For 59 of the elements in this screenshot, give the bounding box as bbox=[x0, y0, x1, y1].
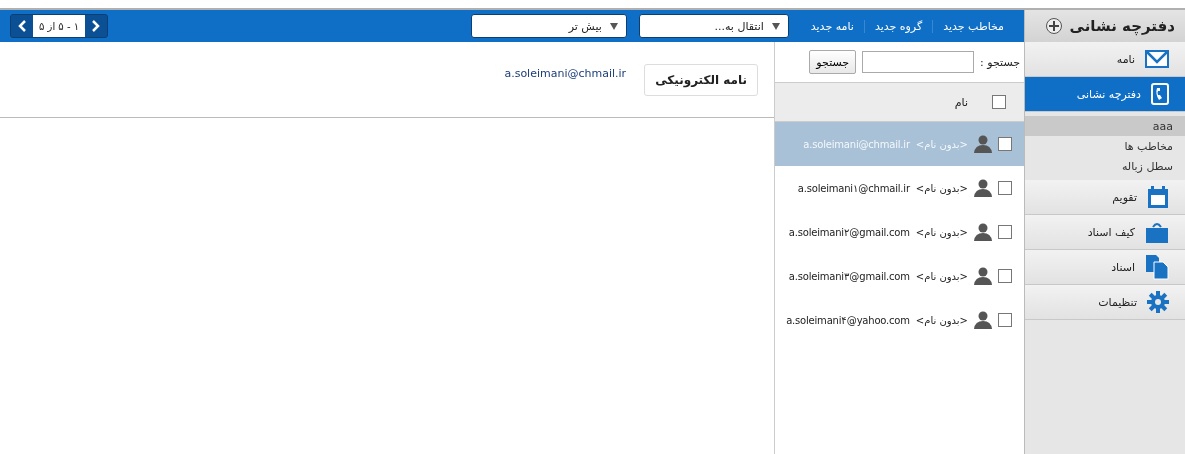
contact-name: <بدون نام> bbox=[915, 138, 968, 150]
contact-row[interactable]: <بدون نام> a.soleimani۱@chmail.ir bbox=[775, 166, 1024, 210]
add-button[interactable] bbox=[1045, 18, 1062, 34]
select-all-checkbox[interactable] bbox=[992, 95, 1006, 109]
sidebar-item[interactable]: تنظیمات bbox=[1025, 285, 1185, 320]
folder-item[interactable]: aaa bbox=[1025, 116, 1185, 136]
page-range: ۱ - ۵ از ۵ bbox=[33, 15, 86, 37]
search-button[interactable]: جستجو bbox=[809, 50, 857, 74]
person-icon bbox=[974, 311, 992, 329]
field-label: نامه الکترونیکی bbox=[644, 63, 758, 96]
folder-item[interactable]: سطل زباله bbox=[1025, 156, 1185, 176]
contact-row[interactable]: <بدون نام> a.soleimani۳@gmail.com bbox=[775, 254, 1024, 298]
row-checkbox[interactable] bbox=[998, 181, 1012, 195]
sidebar-item[interactable]: کیف اسناد bbox=[1025, 215, 1185, 250]
briefcase-icon bbox=[1145, 220, 1169, 244]
search-field[interactable] bbox=[862, 51, 975, 73]
row-checkbox[interactable] bbox=[998, 269, 1012, 283]
search-label: جستجو : bbox=[980, 55, 1020, 69]
gear-icon bbox=[1147, 291, 1169, 313]
sidebar-item[interactable]: نامه bbox=[1025, 42, 1185, 77]
folder-item[interactable]: مخاطب ها bbox=[1025, 136, 1185, 156]
toolbar-link[interactable]: مخاطب جدید bbox=[932, 19, 1014, 33]
contact-name: <بدون نام> bbox=[915, 270, 968, 282]
sidebar-title: دفترچه نشانی bbox=[1069, 17, 1175, 35]
contact-email: a.soleimani۱@chmail.ir bbox=[797, 182, 910, 194]
toolbar-link[interactable]: گروه جدید bbox=[863, 19, 933, 33]
person-icon bbox=[974, 223, 992, 241]
row-checkbox[interactable] bbox=[998, 313, 1012, 327]
sidebar-item[interactable]: تقویم bbox=[1025, 180, 1185, 215]
contact-email: a.soleimani@chmail.ir bbox=[803, 138, 910, 150]
sidebar-item[interactable]: اسناد bbox=[1025, 250, 1185, 285]
column-header: نام bbox=[954, 95, 968, 109]
phone-icon bbox=[1151, 83, 1169, 105]
contact-name: <بدون نام> bbox=[915, 314, 968, 326]
contact-row[interactable]: <بدون نام> a.soleimani۴@yahoo.com bbox=[775, 298, 1024, 342]
plus-icon bbox=[1048, 21, 1059, 31]
row-checkbox[interactable] bbox=[998, 225, 1012, 239]
contact-email: a.soleimani۳@gmail.com bbox=[788, 270, 910, 282]
dropdown[interactable]: انتقال به... bbox=[638, 14, 789, 38]
contact-row[interactable]: <بدون نام> a.soleimani۲@gmail.com bbox=[775, 210, 1024, 254]
person-icon bbox=[974, 135, 992, 153]
toolbar-link[interactable]: نامه جدید bbox=[800, 19, 864, 33]
email-value: a.soleimani@chmail.ir bbox=[504, 67, 627, 80]
dropdown-arrow-icon bbox=[771, 22, 780, 30]
right-chevron-icon bbox=[92, 20, 101, 32]
contact-name: <بدون نام> bbox=[915, 182, 968, 194]
calendar-icon bbox=[1147, 185, 1169, 209]
dropdown[interactable]: بیش تر bbox=[470, 14, 627, 38]
contact-email: a.soleimani۲@gmail.com bbox=[788, 226, 910, 238]
envelope-icon bbox=[1145, 50, 1169, 68]
person-icon bbox=[974, 267, 992, 285]
person-icon bbox=[974, 179, 992, 197]
left-chevron-icon bbox=[18, 20, 26, 32]
documents-icon bbox=[1145, 254, 1169, 280]
contact-email: a.soleimani۴@yahoo.com bbox=[786, 314, 910, 326]
contact-name: <بدون نام> bbox=[915, 226, 968, 238]
sidebar-item[interactable]: دفترچه نشانی bbox=[1025, 77, 1185, 112]
row-checkbox[interactable] bbox=[998, 137, 1012, 151]
dropdown-arrow-icon bbox=[609, 22, 618, 30]
